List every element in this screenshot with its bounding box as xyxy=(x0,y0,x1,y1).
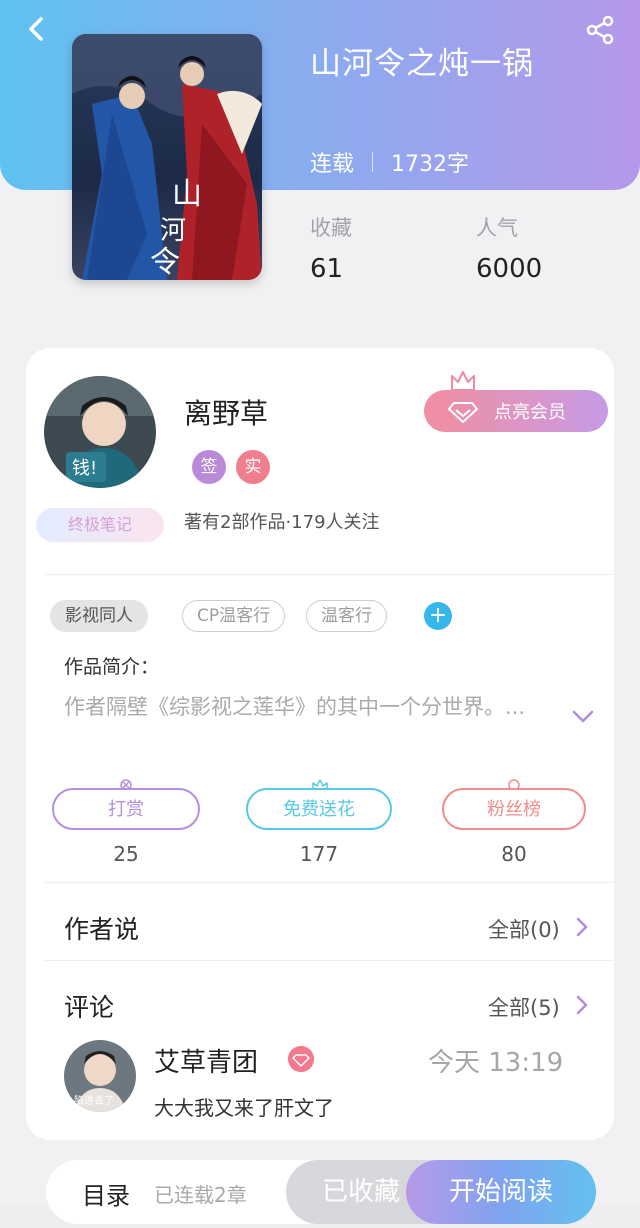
vip-button-label: 点亮会员 xyxy=(494,402,566,423)
stat-popularity: 人气 6000 xyxy=(476,212,542,284)
author-avatar[interactable]: 钱! xyxy=(44,376,156,488)
author-says-title: 作者说 xyxy=(64,915,140,944)
commenter-avatar-text: 陷进去了 xyxy=(74,1094,114,1107)
add-tag-button[interactable]: + xyxy=(424,602,452,630)
book-meta: 连载 1732字 xyxy=(310,146,469,178)
send-flower-button[interactable]: 免费送花 xyxy=(246,788,392,830)
divider xyxy=(44,882,614,883)
commenter-name[interactable]: 艾草青团 xyxy=(154,1042,258,1079)
stat-label: 收藏 xyxy=(310,216,352,240)
author-name[interactable]: 离野草 xyxy=(184,392,268,432)
verified-tag: 实 xyxy=(236,450,270,484)
stat-collect: 收藏 61 xyxy=(310,212,352,284)
back-icon[interactable] xyxy=(22,14,52,44)
tip-button[interactable]: 打赏 xyxy=(52,788,200,830)
comments-all-link[interactable]: 全部(5) xyxy=(488,992,560,1022)
diamond-icon xyxy=(448,402,478,423)
comments-title: 评论 xyxy=(64,993,115,1022)
divider xyxy=(44,960,614,961)
chapter-count: 已连载2章 xyxy=(154,1183,247,1207)
cover-title-char-2: 河 xyxy=(160,216,186,246)
tag-chip[interactable]: 影视同人 xyxy=(50,600,148,632)
book-cover[interactable]: 山 河 令 xyxy=(72,34,262,280)
flower-count: 177 xyxy=(299,842,339,866)
book-title: 山河令之炖一锅 xyxy=(310,46,534,82)
book-detail-card: 钱! 终极笔记 离野草 签 实 著有2部作品·179人关注 点亮会员 影视同人 … xyxy=(26,348,614,1140)
author-info: 著有2部作品·179人关注 xyxy=(184,512,380,533)
cover-title-char-3: 令 xyxy=(150,245,180,280)
toc-button[interactable]: 目录 xyxy=(82,1176,130,1211)
commenter-avatar[interactable]: 陷进去了 xyxy=(64,1040,136,1112)
cover-title-char-1: 山 xyxy=(172,177,202,212)
crown-icon xyxy=(451,371,475,391)
comment-time: 今天 13:19 xyxy=(428,1048,564,1078)
fan-ranking-count: 80 xyxy=(501,842,527,866)
chevron-right-icon[interactable] xyxy=(576,917,588,937)
stat-value: 61 xyxy=(310,254,344,284)
vip-button[interactable]: 点亮会员 xyxy=(424,390,608,432)
comment-text: 大大我又来了肝文了 xyxy=(154,1096,334,1120)
avatar-text: 钱! xyxy=(72,458,97,479)
intro-text: 作者隔壁《综影视之莲华》的其中一个分世界。... xyxy=(64,695,526,719)
author-badge: 终极笔记 xyxy=(36,508,164,542)
tag-chip[interactable]: CP温客行 xyxy=(182,600,286,632)
meta-separator xyxy=(372,152,374,172)
divider xyxy=(44,574,614,575)
stat-label: 人气 xyxy=(476,216,518,240)
tag-chip[interactable]: 温客行 xyxy=(306,600,387,632)
chevron-right-icon[interactable] xyxy=(576,995,588,1015)
book-word-count: 1732字 xyxy=(391,152,470,177)
tip-count: 25 xyxy=(113,842,139,866)
fan-ranking-button[interactable]: 粉丝榜 xyxy=(442,788,586,830)
stat-value: 6000 xyxy=(476,254,543,284)
bottom-action-bar: 目录 已连载2章 已收藏 开始阅读 xyxy=(46,1160,596,1224)
start-reading-button[interactable]: 开始阅读 xyxy=(406,1160,596,1224)
diamond-badge-icon xyxy=(288,1046,314,1072)
signed-tag: 签 xyxy=(192,450,226,484)
author-says-all-link[interactable]: 全部(0) xyxy=(488,914,560,944)
book-status: 连载 xyxy=(310,152,355,177)
chevron-down-icon[interactable] xyxy=(572,710,594,724)
intro-label: 作品简介： xyxy=(64,656,160,678)
